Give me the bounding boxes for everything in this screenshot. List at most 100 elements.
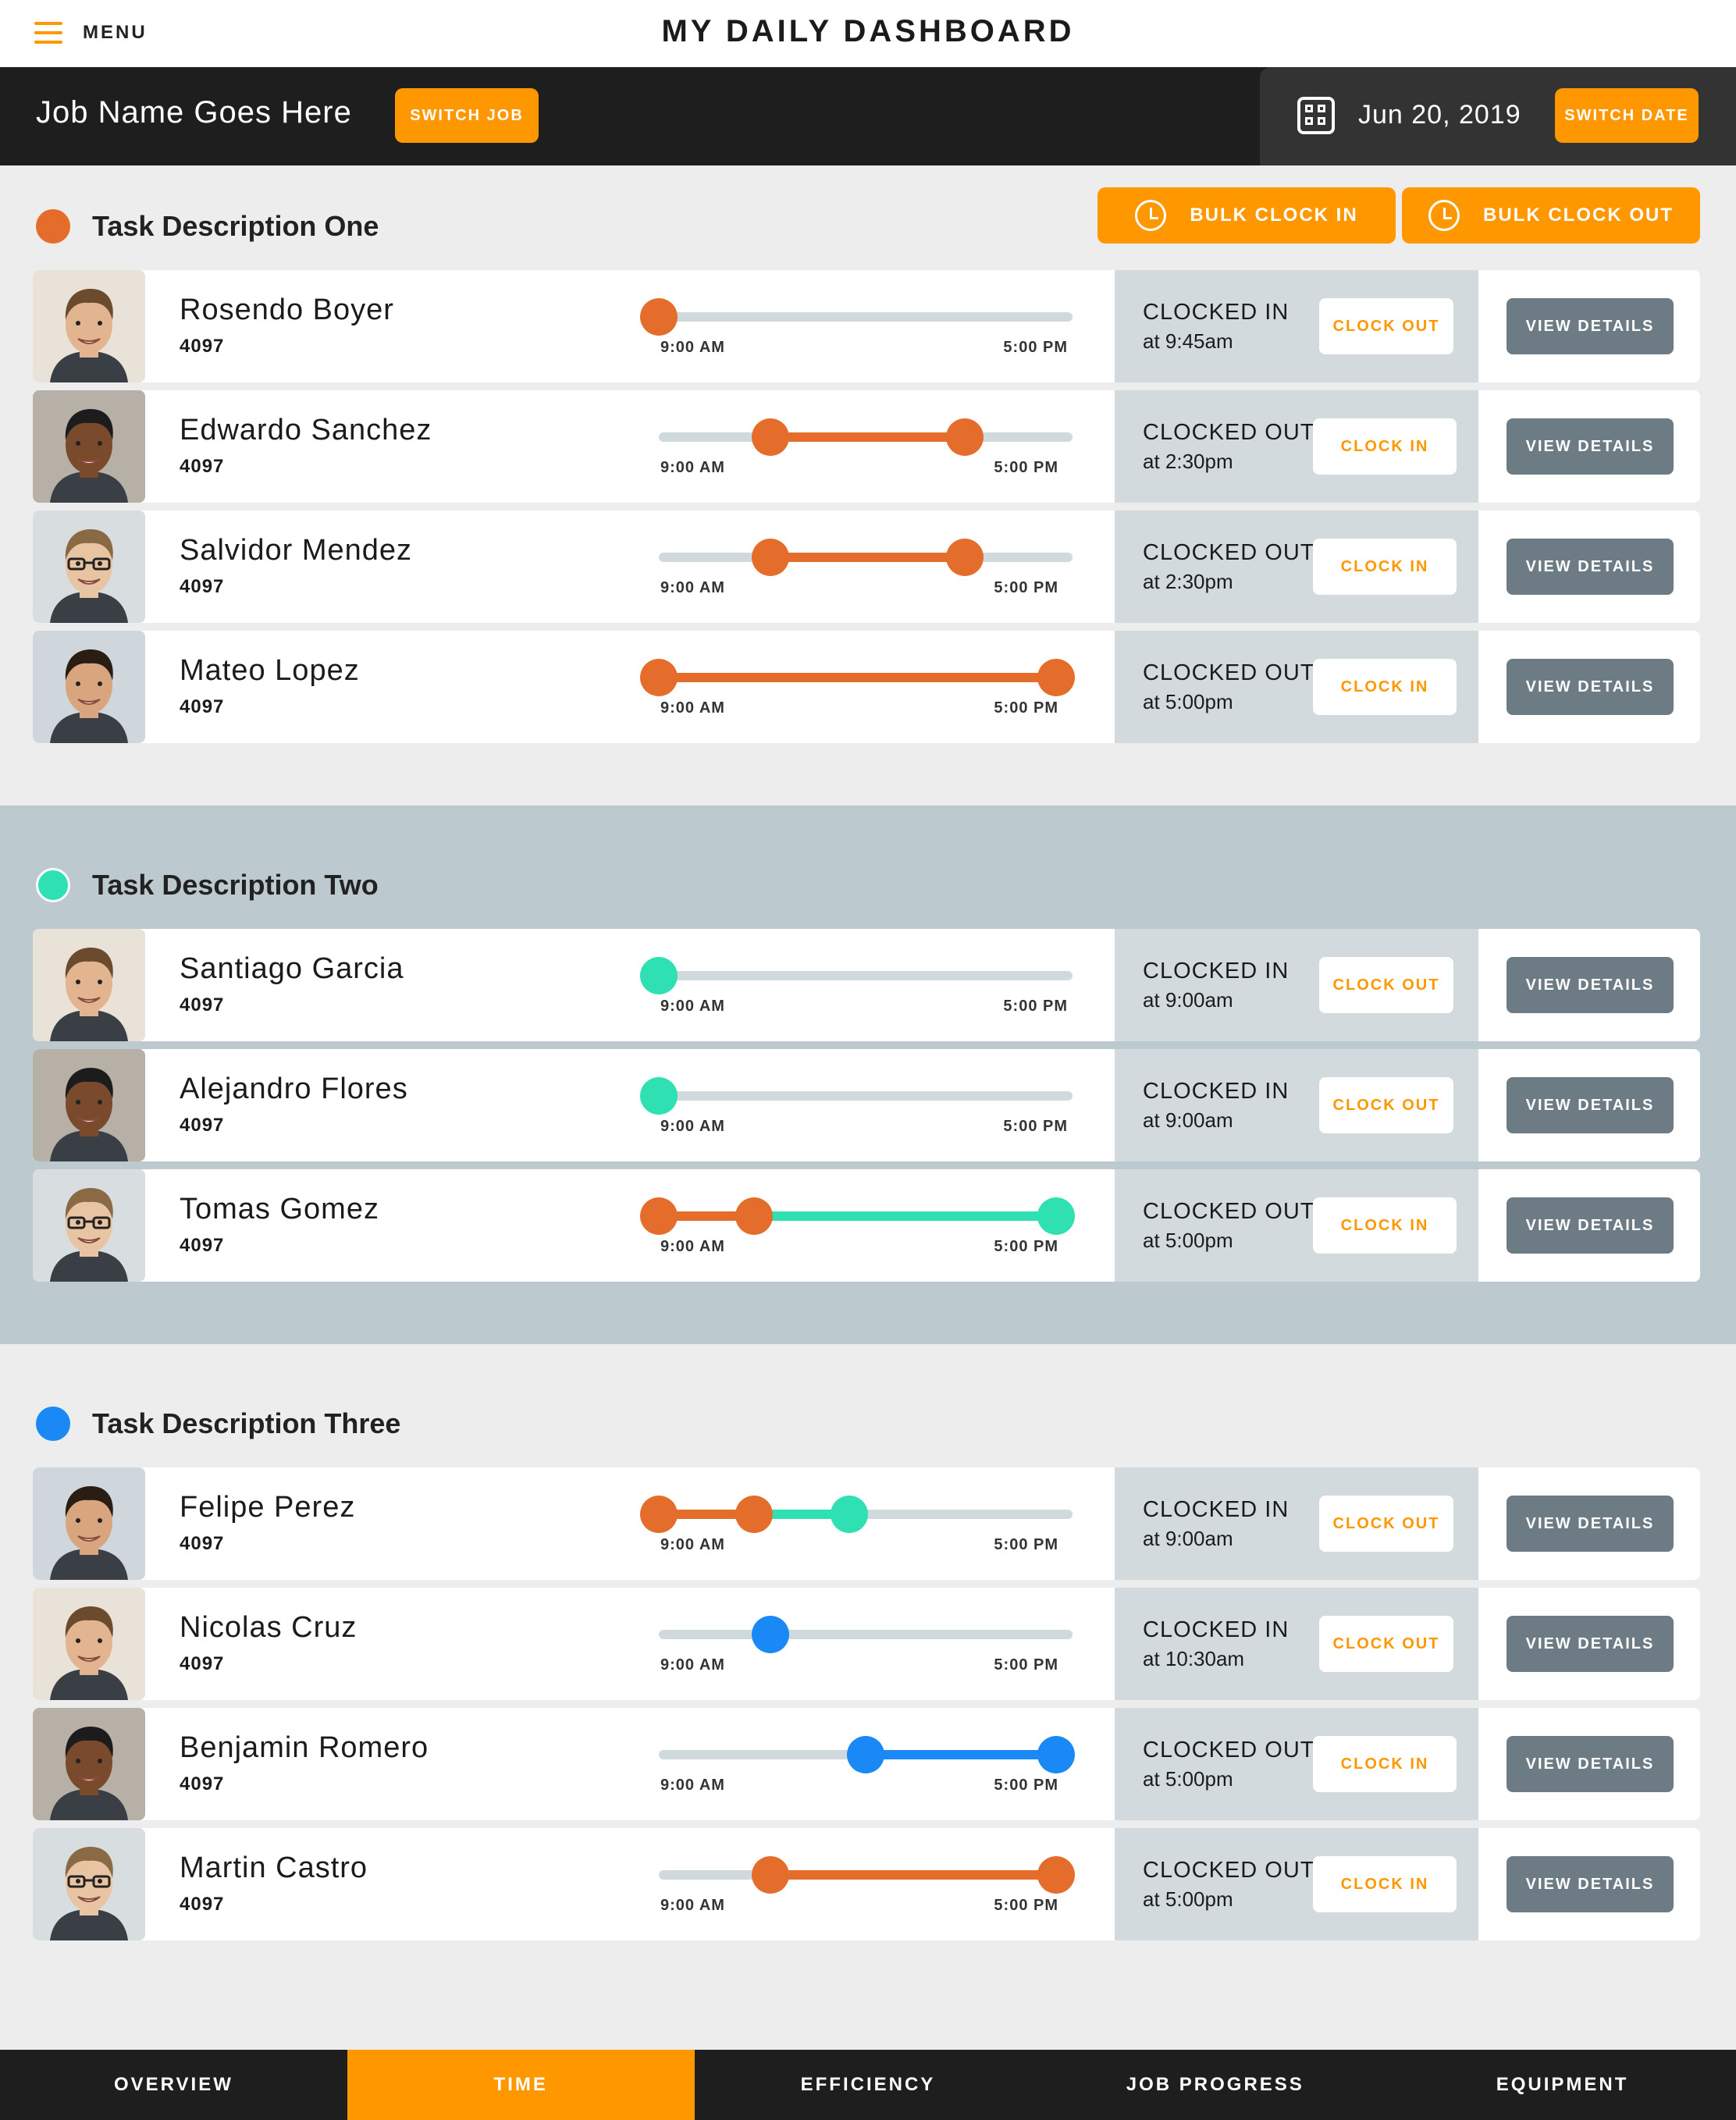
timeline-start-label: 9:00 AM [660,1777,725,1794]
clock-out-button[interactable]: CLOCK OUT [1319,1077,1453,1133]
view-details-button[interactable]: VIEW DETAILS [1507,298,1674,354]
employee-id: 4097 [180,336,225,357]
view-details-button[interactable]: VIEW DETAILS [1507,659,1674,715]
view-details-button[interactable]: VIEW DETAILS [1507,539,1674,595]
clock-status: CLOCKED OUT [1143,1858,1315,1883]
clock-out-button[interactable]: CLOCK OUT [1319,957,1453,1013]
clock-in-button[interactable]: CLOCK IN [1313,539,1457,595]
timeline-handle[interactable] [640,298,678,336]
view-details-button[interactable]: VIEW DETAILS [1507,957,1674,1013]
employee-row: Mateo Lopez 4097 9:00 AM 5:00 PM CLOCKED OUT… [33,631,1700,743]
view-details-button[interactable]: VIEW DETAILS [1507,1197,1674,1254]
time-slider[interactable]: 9:00 AM 5:00 PM [624,510,1090,623]
timeline-start-label: 9:00 AM [660,1656,725,1674]
view-details-button[interactable]: VIEW DETAILS [1507,418,1674,475]
avatar [33,510,145,623]
switch-job-button[interactable]: SWITCH JOB [395,88,539,143]
timeline-handle[interactable] [640,1496,678,1533]
timeline-end-label: 5:00 PM [994,1656,1058,1674]
avatar [33,1828,145,1940]
employee-name: Martin Castro [180,1851,368,1884]
switch-date-button[interactable]: SWITCH DATE [1555,88,1699,143]
time-slider[interactable]: 9:00 AM 5:00 PM [624,390,1090,503]
timeline-handle[interactable] [1037,1856,1075,1894]
timeline-handle[interactable] [735,1197,773,1235]
clock-in-button[interactable]: CLOCK IN [1313,1197,1457,1254]
tab-equipment[interactable]: EQUIPMENT [1389,2050,1736,2120]
time-slider[interactable]: 9:00 AM 5:00 PM [624,1828,1090,1940]
timeline-handle[interactable] [1037,659,1075,696]
tab-overview[interactable]: OVERVIEW [0,2050,347,2120]
clock-in-button[interactable]: CLOCK IN [1313,1736,1457,1792]
time-slider[interactable]: 9:00 AM 5:00 PM [624,1588,1090,1700]
timeline-end-label: 5:00 PM [994,1238,1058,1255]
timeline-track [659,312,1073,322]
tab-job-progress[interactable]: JOB PROGRESS [1041,2050,1389,2120]
clock-time: at 5:00pm [1143,1229,1233,1252]
employee-name: Felipe Perez [180,1491,356,1524]
time-slider[interactable]: 9:00 AM 5:00 PM [624,929,1090,1041]
bulk-clock-in-button[interactable]: BULK CLOCK IN [1097,187,1396,244]
bulk-clock-out-button[interactable]: BULK CLOCK OUT [1402,187,1700,244]
task-header: Task Description Three [36,1407,400,1441]
clock-in-icon [1135,200,1167,231]
time-slider[interactable]: 9:00 AM 5:00 PM [624,1049,1090,1161]
time-slider[interactable]: 9:00 AM 5:00 PM [624,270,1090,382]
employee-row: Felipe Perez 4097 9:00 AM 5:00 PM CLOCKED IN… [33,1467,1700,1580]
avatar [33,929,145,1041]
timeline-end-label: 5:00 PM [994,699,1058,717]
avatar [33,631,145,743]
timeline-handle[interactable] [735,1496,773,1533]
view-details-button[interactable]: VIEW DETAILS [1507,1616,1674,1672]
employee-name: Edwardo Sanchez [180,414,432,446]
tab-time[interactable]: TIME [347,2050,695,2120]
timeline-handle[interactable] [640,957,678,994]
employee-row: Nicolas Cruz 4097 9:00 AM 5:00 PM CLOCKED IN… [33,1588,1700,1700]
employee-row: Edwardo Sanchez 4097 9:00 AM 5:00 PM CLOCKED… [33,390,1700,503]
calendar-icon [1297,97,1335,134]
view-details-button[interactable]: VIEW DETAILS [1507,1856,1674,1912]
view-details-button[interactable]: VIEW DETAILS [1507,1496,1674,1552]
timeline-handle[interactable] [946,539,984,576]
time-slider[interactable]: 9:00 AM 5:00 PM [624,1708,1090,1820]
clock-status: CLOCKED OUT [1143,540,1315,565]
task-title: Task Description Three [92,1407,401,1439]
time-slider[interactable]: 9:00 AM 5:00 PM [624,631,1090,743]
avatar [33,1708,145,1820]
tab-efficiency[interactable]: EFFICIENCY [695,2050,1042,2120]
avatar [33,270,145,382]
timeline-handle[interactable] [752,1856,790,1894]
time-slider[interactable]: 9:00 AM 5:00 PM [624,1169,1090,1282]
timeline-end-label: 5:00 PM [994,1897,1058,1914]
task-color-dot [36,1407,70,1441]
view-details-button[interactable]: VIEW DETAILS [1507,1736,1674,1792]
timeline-handle[interactable] [640,1197,678,1235]
clock-in-button[interactable]: CLOCK IN [1313,1856,1457,1912]
timeline-handle[interactable] [752,1616,790,1653]
view-details-button[interactable]: VIEW DETAILS [1507,1077,1674,1133]
timeline-handle[interactable] [640,1077,678,1115]
clock-status: CLOCKED IN [1143,959,1290,984]
clock-out-button[interactable]: CLOCK OUT [1319,298,1453,354]
clock-in-button[interactable]: CLOCK IN [1313,659,1457,715]
clock-out-button[interactable]: CLOCK OUT [1319,1616,1453,1672]
clock-out-button[interactable]: CLOCK OUT [1319,1496,1453,1552]
timeline-start-label: 9:00 AM [660,998,725,1015]
employee-row: Benjamin Romero 4097 9:00 AM 5:00 PM CLOCKED… [33,1708,1700,1820]
timeline-handle[interactable] [830,1496,868,1533]
time-slider[interactable]: 9:00 AM 5:00 PM [624,1467,1090,1580]
employee-name: Santiago Garcia [180,952,404,985]
timeline-handle[interactable] [640,659,678,696]
employee-row: Tomas Gomez 4097 9:00 AM 5:00 PM CLOCKED OUT… [33,1169,1700,1282]
timeline-handle[interactable] [752,539,790,576]
timeline-handle[interactable] [1037,1736,1075,1773]
timeline-handle[interactable] [1037,1197,1075,1235]
avatar [33,1588,145,1700]
timeline-handle[interactable] [752,418,790,456]
clock-in-button[interactable]: CLOCK IN [1313,418,1457,475]
timeline-handle[interactable] [946,418,984,456]
timeline-handle[interactable] [847,1736,884,1773]
clock-time: at 5:00pm [1143,1767,1233,1791]
timeline-track [659,1091,1073,1101]
current-date: Jun 20, 2019 [1358,100,1521,130]
